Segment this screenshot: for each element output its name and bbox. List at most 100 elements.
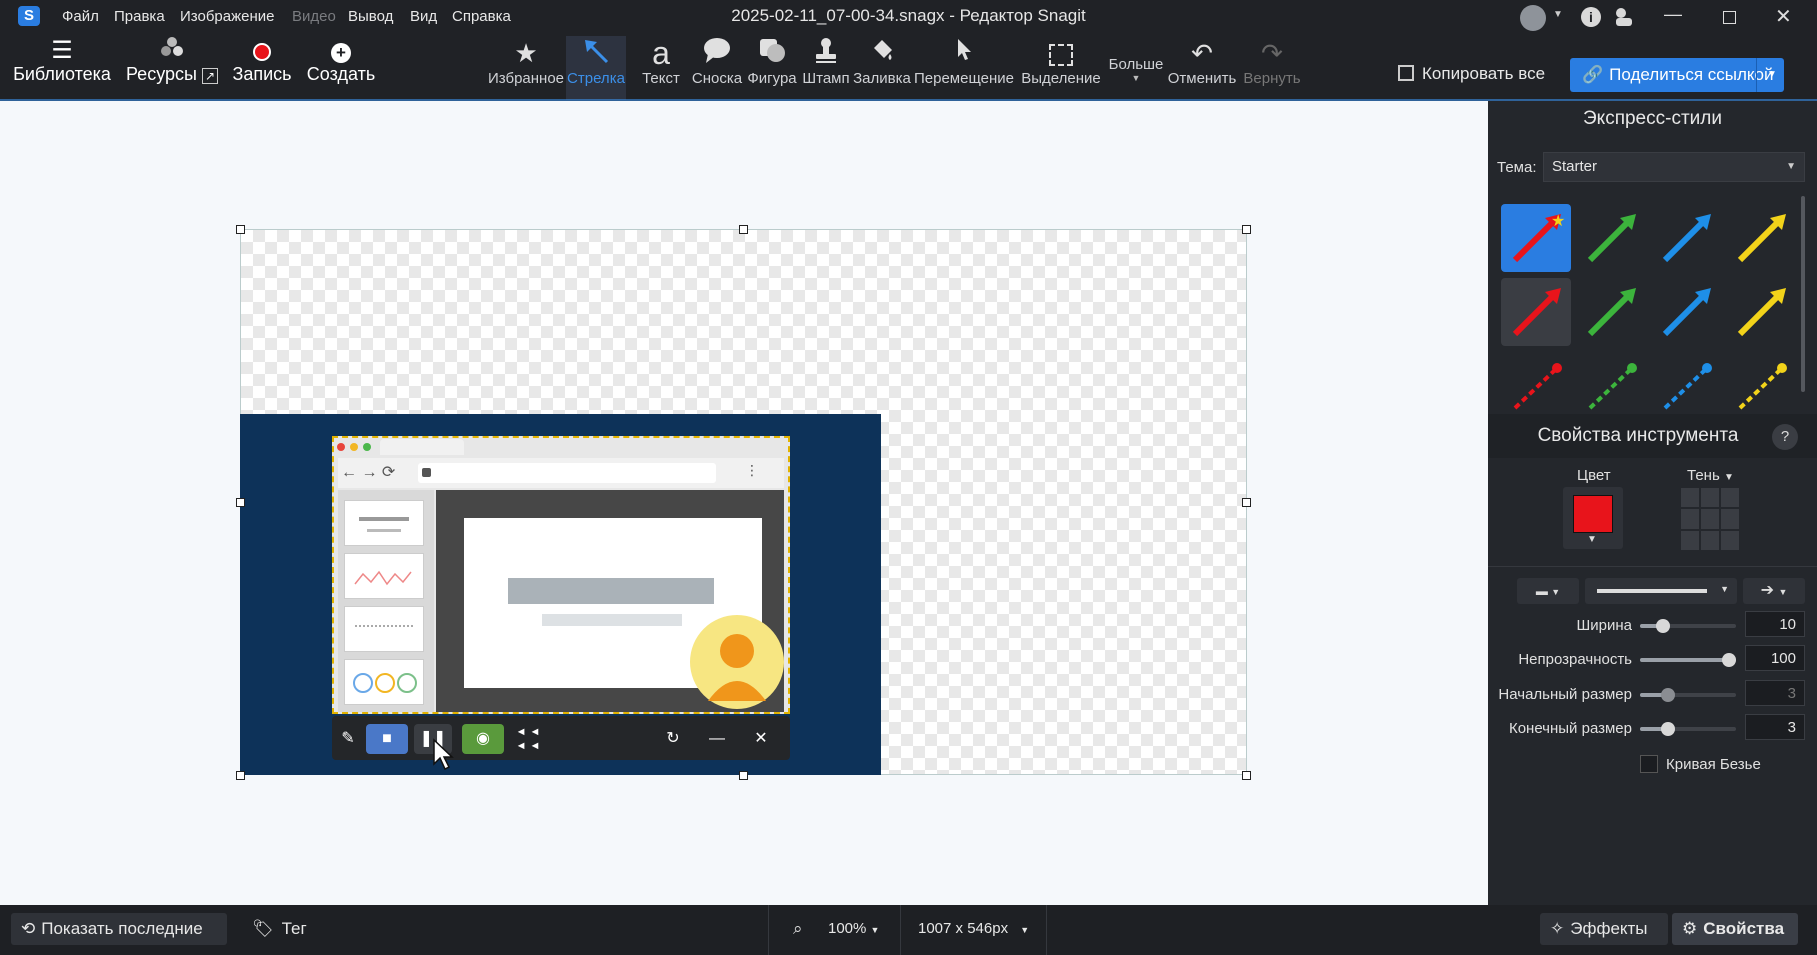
quick-style[interactable] [1726, 204, 1796, 272]
show-recent-button[interactable]: ⟲ Показать последние [11, 913, 227, 945]
resize-handle-ne[interactable] [1242, 225, 1251, 234]
quick-style[interactable] [1651, 278, 1721, 346]
link-icon: 🔗 [1582, 65, 1604, 84]
quick-style[interactable] [1501, 278, 1571, 346]
library-label: Библиотека [13, 64, 111, 84]
quick-style[interactable] [1576, 204, 1646, 272]
quick-style-selected[interactable]: ★ [1501, 204, 1571, 272]
gear-icon: ⚙ [1682, 919, 1698, 938]
minimize-icon[interactable]: — [1664, 4, 1682, 25]
resize-handle-nw[interactable] [236, 225, 245, 234]
zoom-icon[interactable]: ⌕ [793, 919, 803, 939]
slide-subtitle-placeholder [542, 614, 682, 626]
share-dropdown-chevron-icon[interactable]: ▼ [1761, 58, 1783, 92]
info-icon[interactable]: i [1581, 7, 1601, 27]
tool-fill[interactable]: Заливка [852, 36, 912, 100]
create-button[interactable]: + Создать [300, 36, 382, 94]
width-label: Ширина [1576, 617, 1632, 634]
zoom-dropdown[interactable]: 100% ▼ [818, 913, 889, 945]
selection-rect-icon [1018, 36, 1104, 70]
resources-icon [124, 36, 220, 64]
width-input[interactable]: 10 [1745, 611, 1805, 637]
dimensions-dropdown[interactable]: 1007 x 546px ▼ [908, 913, 1039, 945]
quick-style[interactable] [1651, 204, 1721, 272]
resize-handle-n[interactable] [739, 225, 748, 234]
resize-handle-e[interactable] [1242, 498, 1251, 507]
effects-button[interactable]: ✧ Эффекты [1540, 913, 1668, 945]
resize-handle-sw[interactable] [236, 771, 245, 780]
recorder-webcam-icon: ◉ [462, 724, 504, 754]
start-size-label: Начальный размер [1498, 686, 1632, 703]
star-icon: ★ [514, 38, 538, 68]
theme-select[interactable]: Starter ▼ [1543, 152, 1805, 182]
copy-all-button[interactable]: Копировать все [1398, 64, 1545, 90]
quick-style[interactable] [1651, 352, 1721, 412]
shadow-label-text: Тень [1687, 467, 1720, 484]
theme-value: Starter [1552, 158, 1598, 175]
dimensions-chevron-icon: ▼ [1020, 925, 1030, 935]
color-picker-button[interactable]: ▼ [1563, 487, 1623, 549]
move-cursor-icon [912, 36, 1016, 70]
quick-style[interactable] [1501, 352, 1571, 412]
share-link-button[interactable]: 🔗 Поделиться ссылкой [1570, 58, 1784, 92]
redo-icon: ↷ [1261, 38, 1283, 68]
arrow-start-style-dropdown[interactable]: ▬ ▼ [1517, 578, 1579, 604]
opacity-slider-knob[interactable] [1722, 653, 1736, 667]
start-size-slider-knob[interactable] [1661, 688, 1675, 702]
tool-more[interactable]: Больше ▼ [1104, 36, 1168, 100]
bezier-checkbox[interactable] [1640, 755, 1658, 773]
arrow-end-style-dropdown[interactable]: ➔ ▼ [1743, 578, 1805, 604]
tool-favorites-label: Избранное [488, 70, 565, 87]
opacity-input[interactable]: 100 [1745, 645, 1805, 671]
quick-style[interactable] [1576, 352, 1646, 412]
record-button[interactable]: Запись [226, 36, 298, 94]
library-button[interactable]: ☰ Библиотека [10, 36, 114, 94]
help-icon[interactable]: ? [1772, 424, 1798, 450]
status-divider [900, 905, 901, 955]
tool-selection[interactable]: Выделение [1018, 36, 1104, 100]
slide-thumbnail [344, 553, 424, 599]
start-size-input[interactable]: 3 [1745, 680, 1805, 706]
snagit-editor-window: S Файл Правка Изображение Видео Вывод Ви… [0, 0, 1817, 955]
resize-handle-s[interactable] [739, 771, 748, 780]
tool-callout[interactable]: Сноска [688, 36, 746, 100]
tool-arrow[interactable]: Стрелка [566, 36, 626, 100]
fill-bucket-icon [852, 36, 912, 70]
close-window-icon[interactable]: ✕ [1775, 4, 1792, 29]
tool-move[interactable]: Перемещение [912, 36, 1016, 100]
shadow-grid[interactable] [1681, 488, 1741, 550]
tool-favorites[interactable]: ★ Избранное [488, 36, 564, 100]
quick-style[interactable] [1576, 278, 1646, 346]
resources-button[interactable]: Ресурсы ↗ [124, 36, 220, 94]
maximize-icon[interactable] [1723, 11, 1736, 24]
tag-button[interactable]: 🏷 Тег [242, 913, 317, 945]
account-dropdown-chevron-icon[interactable]: ▼ [1553, 9, 1563, 20]
webcam-avatar-icon [690, 615, 784, 709]
quick-style[interactable] [1726, 278, 1796, 346]
share-divider [1756, 58, 1757, 92]
quick-style[interactable] [1726, 352, 1796, 412]
shadow-label[interactable]: Тень ▼ [1687, 467, 1734, 484]
properties-button[interactable]: ⚙ Свойства [1672, 913, 1798, 945]
tool-stamp[interactable]: Штамп [800, 36, 852, 100]
account-avatar-icon[interactable] [1520, 5, 1546, 31]
tool-more-label: Больше [1108, 56, 1164, 73]
resize-handle-w[interactable] [236, 498, 245, 507]
tool-shape[interactable]: Фигура [744, 36, 800, 100]
tool-text[interactable]: a Текст [636, 36, 686, 100]
redo-button[interactable]: ↷ Вернуть [1236, 36, 1308, 100]
theme-label: Тема: [1497, 159, 1537, 176]
undo-button[interactable]: ↶ Отменить [1166, 36, 1238, 100]
mouse-cursor-icon [432, 738, 456, 772]
feedback-icon[interactable] [1613, 7, 1635, 27]
end-size-slider-knob[interactable] [1661, 722, 1675, 736]
browser-tab [380, 439, 464, 455]
browser-max-dot-icon [363, 443, 371, 451]
end-size-input[interactable]: 3 [1745, 714, 1805, 740]
resize-handle-se[interactable] [1242, 771, 1251, 780]
line-style-dropdown[interactable]: ▼ [1585, 578, 1737, 604]
quick-styles-scrollbar[interactable] [1801, 196, 1805, 392]
dimensions-value: 1007 x 546px [918, 920, 1009, 937]
width-slider-knob[interactable] [1656, 619, 1670, 633]
color-chevron-icon: ▼ [1587, 534, 1597, 545]
